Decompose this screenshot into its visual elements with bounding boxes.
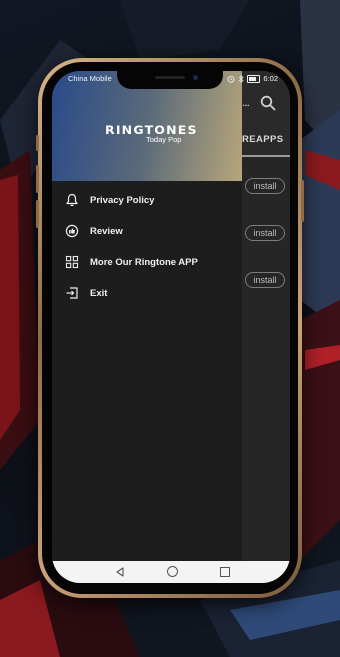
volume-down-button [36, 200, 39, 228]
menu-item-privacy-policy[interactable]: Privacy Policy [52, 186, 242, 214]
install-button[interactable]: install [245, 225, 285, 241]
status-icons: 6:02 [227, 74, 278, 83]
install-button[interactable]: install [245, 272, 285, 288]
carrier-name: China Mobile [68, 74, 112, 83]
grid-icon [64, 254, 80, 270]
recents-icon[interactable] [220, 567, 230, 577]
search-icon[interactable] [260, 95, 276, 111]
exit-icon [64, 285, 80, 301]
tab-apps[interactable]: REAPPS [242, 134, 283, 145]
menu-item-label: Exit [90, 287, 108, 299]
app-logo-subtitle: Today Pop [146, 135, 182, 144]
battery-icon [247, 74, 261, 83]
bell-icon [64, 192, 80, 208]
notch [117, 71, 223, 89]
home-icon[interactable] [167, 566, 178, 577]
bluetooth-icon [239, 74, 244, 83]
overflow-menu-button[interactable]: ... [242, 95, 250, 109]
menu-item-label: More Our Ringtone APP [90, 256, 198, 268]
menu-item-review[interactable]: Review [52, 217, 242, 245]
install-button[interactable]: install [245, 178, 285, 194]
tab-indicator [242, 155, 290, 157]
menu-item-label: Privacy Policy [90, 194, 155, 206]
review-badge-icon [64, 223, 80, 239]
menu-item-more-apps[interactable]: More Our Ringtone APP [52, 248, 242, 276]
menu-item-label: Review [90, 225, 123, 237]
menu-item-exit[interactable]: Exit [52, 279, 242, 307]
alarm-icon [227, 75, 235, 83]
clock-time: 6:02 [263, 74, 278, 83]
navigation-drawer: RINGTONES Today Pop Privacy Policy Revie… [52, 71, 242, 561]
phone-screen: ... REAPPS install install install RINGT… [52, 71, 290, 583]
power-button [301, 180, 304, 222]
back-icon[interactable] [115, 567, 125, 577]
mute-switch [36, 135, 39, 151]
volume-up-button [36, 165, 39, 193]
system-navigation-bar [52, 561, 290, 583]
front-camera [193, 75, 198, 80]
speaker-grille [155, 76, 185, 79]
